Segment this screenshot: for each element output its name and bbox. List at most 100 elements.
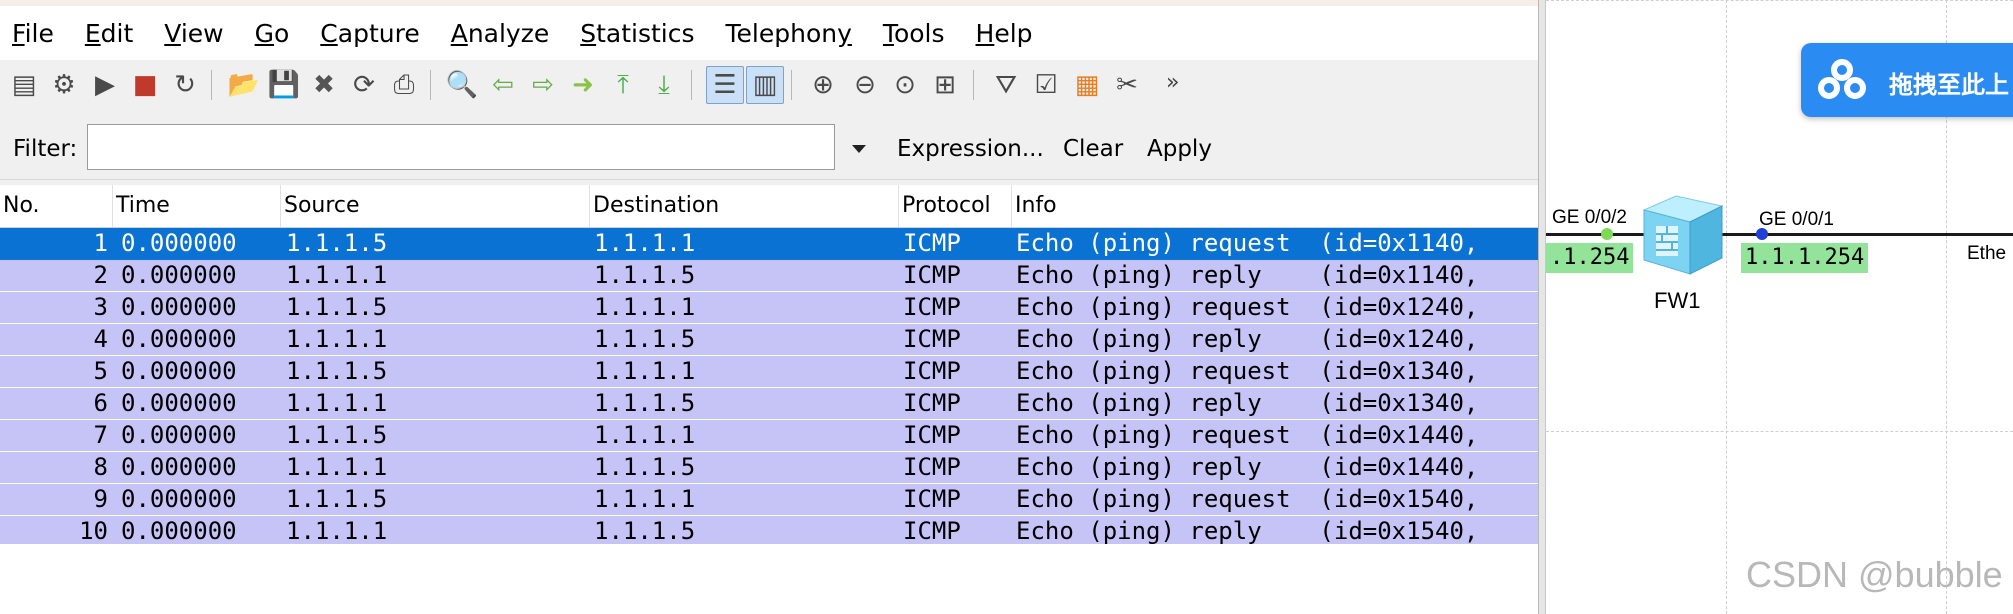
print-button[interactable]: ⎙: [385, 66, 423, 104]
close-file-icon: ✖: [313, 70, 335, 100]
packet-destination: 1.1.1.5: [594, 389, 696, 417]
preferences-button[interactable]: ✂: [1108, 66, 1146, 104]
packet-source: 1.1.1.1: [286, 453, 388, 481]
capture-options-button[interactable]: ⚙: [45, 66, 83, 104]
zoom-out-button[interactable]: ⊖: [846, 66, 884, 104]
firewall-device-icon[interactable]: [1638, 188, 1728, 278]
packet-time: 0.000000: [121, 453, 237, 481]
menu-label: Telephon: [725, 18, 838, 48]
close-file-button[interactable]: ✖: [305, 66, 343, 104]
clear-button[interactable]: Clear: [1063, 136, 1123, 162]
column-no[interactable]: No.: [0, 185, 113, 227]
packet-row[interactable]: 3 0.000000 1.1.1.5 1.1.1.1 ICMP Echo (ping) r…: [0, 292, 1538, 324]
save-file-icon: 💾: [267, 70, 301, 100]
menu-statistics[interactable]: Statistics: [580, 19, 694, 48]
packet-row[interactable]: 5 0.000000 1.1.1.5 1.1.1.1 ICMP Echo (ping) r…: [0, 356, 1538, 388]
start-capture-button[interactable]: ▶: [86, 66, 124, 104]
menu-file[interactable]: File: [12, 19, 54, 48]
packet-row[interactable]: 1 0.000000 1.1.1.5 1.1.1.1 ICMP Echo (ping) r…: [0, 228, 1538, 260]
menu-label: ools: [893, 18, 945, 48]
cloud-share-icon: [1818, 59, 1866, 99]
display-filters-icon: ☑: [1034, 70, 1058, 100]
device-label: FW1: [1654, 288, 1701, 313]
go-back-button[interactable]: ⇦: [484, 66, 522, 104]
colorize-button[interactable]: ☰: [706, 66, 744, 104]
menu-bar: File Edit View Go Capture Analyze Statistics Te…: [0, 0, 1538, 60]
port-status-up-icon: [1601, 228, 1613, 240]
coloring-rules-button[interactable]: ▦: [1068, 66, 1106, 104]
toolbar-separator: [791, 70, 792, 100]
upload-drop-button[interactable]: 拖拽至此上: [1801, 43, 2013, 117]
restart-capture-button[interactable]: ↻: [166, 66, 204, 104]
zoom-normal-button[interactable]: ⊙: [886, 66, 924, 104]
capture-filters-button[interactable]: ⛛: [987, 66, 1025, 104]
menu-edit[interactable]: Edit: [85, 19, 133, 48]
packet-protocol: ICMP: [903, 229, 961, 257]
packet-row[interactable]: 8 0.000000 1.1.1.1 1.1.1.5 ICMP Echo (ping) r…: [0, 452, 1538, 484]
packet-info: Echo (ping) reply (id=0x1440,: [1016, 453, 1479, 481]
watermark: CSDN @bubble: [1746, 554, 2003, 595]
menu-label: dit: [100, 18, 134, 48]
toolbar-overflow-button[interactable]: »: [1166, 70, 1179, 95]
apply-button[interactable]: Apply: [1147, 136, 1212, 162]
packet-no: 8: [93, 453, 108, 481]
display-filters-button[interactable]: ☑: [1027, 66, 1065, 104]
packet-time: 0.000000: [121, 325, 237, 353]
reload-button[interactable]: ⟳: [345, 66, 383, 104]
packet-destination: 1.1.1.5: [594, 261, 696, 289]
packet-row[interactable]: 6 0.000000 1.1.1.1 1.1.1.5 ICMP Echo (ping) r…: [0, 388, 1538, 420]
find-packet-button[interactable]: 🔍: [443, 66, 481, 104]
packet-list: 1 0.000000 1.1.1.5 1.1.1.1 ICMP Echo (ping) r…: [0, 228, 1538, 548]
column-protocol[interactable]: Protocol: [899, 185, 1012, 227]
menu-label: ile: [24, 18, 54, 48]
network-link: [1546, 233, 2013, 236]
menu-mnemonic: S: [580, 18, 597, 48]
column-destination[interactable]: Destination: [590, 185, 899, 227]
menu-telephony[interactable]: Telephony: [726, 19, 852, 48]
toolbar-separator: [430, 70, 431, 100]
packet-row[interactable]: 7 0.000000 1.1.1.5 1.1.1.1 ICMP Echo (ping) r…: [0, 420, 1538, 452]
autoscroll-button[interactable]: ▥: [746, 66, 784, 104]
filter-input[interactable]: [87, 124, 835, 170]
packet-row[interactable]: 4 0.000000 1.1.1.1 1.1.1.5 ICMP Echo (ping) r…: [0, 324, 1538, 356]
packet-destination: 1.1.1.5: [594, 325, 696, 353]
menu-label: tatistics: [596, 18, 695, 48]
zoom-normal-icon: ⊙: [894, 70, 916, 100]
colorize-icon: ☰: [713, 70, 737, 100]
interface-label-right: GE 0/0/1: [1759, 209, 1834, 230]
packet-no: 6: [93, 389, 108, 417]
go-to-packet-button[interactable]: ➜: [564, 66, 602, 104]
menu-tools[interactable]: Tools: [883, 19, 945, 48]
packet-row[interactable]: 2 0.000000 1.1.1.1 1.1.1.5 ICMP Echo (ping) r…: [0, 260, 1538, 292]
save-file-button[interactable]: 💾: [265, 66, 303, 104]
menu-label: elp: [994, 18, 1033, 48]
packet-row[interactable]: 9 0.000000 1.1.1.5 1.1.1.1 ICMP Echo (ping) r…: [0, 484, 1538, 516]
column-info[interactable]: Info: [1012, 185, 1538, 227]
expression-button[interactable]: Expression...: [897, 136, 1044, 162]
packet-info: Echo (ping) request (id=0x1440,: [1016, 421, 1479, 449]
interface-label-left: GE 0/0/2: [1552, 207, 1627, 228]
resize-columns-button[interactable]: ⊞: [926, 66, 964, 104]
open-file-button[interactable]: 📂: [225, 66, 263, 104]
menu-capture[interactable]: Capture: [320, 19, 419, 48]
column-time[interactable]: Time: [113, 185, 281, 227]
pane-divider[interactable]: [1538, 0, 1546, 614]
go-forward-button[interactable]: ⇨: [524, 66, 562, 104]
filter-history-dropdown-icon[interactable]: [852, 145, 866, 153]
packet-time: 0.000000: [121, 229, 237, 257]
packet-info: Echo (ping) reply (id=0x1240,: [1016, 325, 1479, 353]
packet-protocol: ICMP: [903, 357, 961, 385]
menu-view[interactable]: View: [164, 19, 223, 48]
column-source[interactable]: Source: [281, 185, 590, 227]
menu-help[interactable]: Help: [976, 19, 1033, 48]
grid-line: [1546, 431, 2013, 432]
go-first-button[interactable]: ⤒: [604, 66, 642, 104]
interface-list-button[interactable]: ▤: [5, 66, 43, 104]
interface-list-icon: ▤: [11, 70, 37, 100]
menu-go[interactable]: Go: [255, 19, 290, 48]
go-last-button[interactable]: ⤓: [645, 66, 683, 104]
zoom-in-button[interactable]: ⊕: [804, 66, 842, 104]
menu-analyze[interactable]: Analyze: [451, 19, 550, 48]
stop-capture-button[interactable]: ■: [126, 66, 164, 104]
packet-destination: 1.1.1.1: [594, 357, 696, 385]
